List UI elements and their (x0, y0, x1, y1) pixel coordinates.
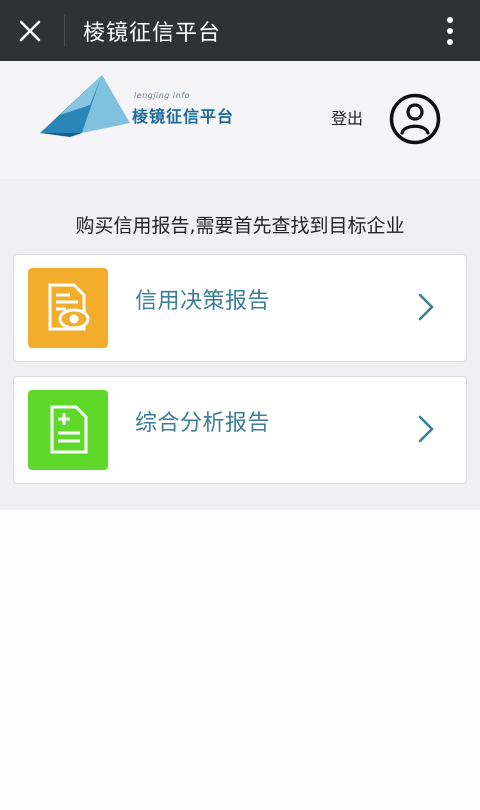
more-vertical-icon (447, 17, 453, 45)
report-card-comprehensive-analysis[interactable]: 综合分析报告 (13, 376, 467, 484)
user-avatar-button[interactable] (389, 93, 441, 145)
logo-subtext: lengjing info (134, 91, 190, 100)
instruction-text: 购买信用报告,需要首先查找到目标企业 (75, 215, 405, 237)
more-menu-button[interactable] (442, 14, 458, 48)
card-icon-box (28, 268, 108, 348)
card-icon-box (28, 390, 108, 470)
report-section: 购买信用报告,需要首先查找到目标企业 信用决策报告 综合分析报告 (0, 179, 480, 510)
report-eye-icon (48, 283, 90, 331)
empty-area (0, 510, 480, 810)
close-icon (19, 20, 41, 41)
report-card-credit-decision[interactable]: 信用决策报告 (13, 254, 467, 362)
page-title: 棱镜征信平台 (83, 20, 222, 46)
brand-header: lengjing info 棱镜征信平台 登出 (0, 61, 480, 179)
close-button[interactable] (0, 0, 60, 61)
card-label: 综合分析报告 (135, 411, 271, 436)
chevron-right-icon (418, 415, 434, 443)
user-circle-icon (389, 93, 441, 145)
app-topbar: 棱镜征信平台 (0, 0, 480, 61)
card-label: 信用决策报告 (135, 289, 271, 314)
logo-text: 棱镜征信平台 (132, 107, 235, 126)
brand-logo: lengjing info 棱镜征信平台 (40, 75, 245, 141)
topbar-divider (64, 14, 65, 47)
logout-link[interactable]: 登出 (331, 105, 363, 129)
chevron-right-icon (418, 293, 434, 321)
document-plus-icon (50, 405, 88, 454)
prism-logo-icon (40, 75, 130, 137)
